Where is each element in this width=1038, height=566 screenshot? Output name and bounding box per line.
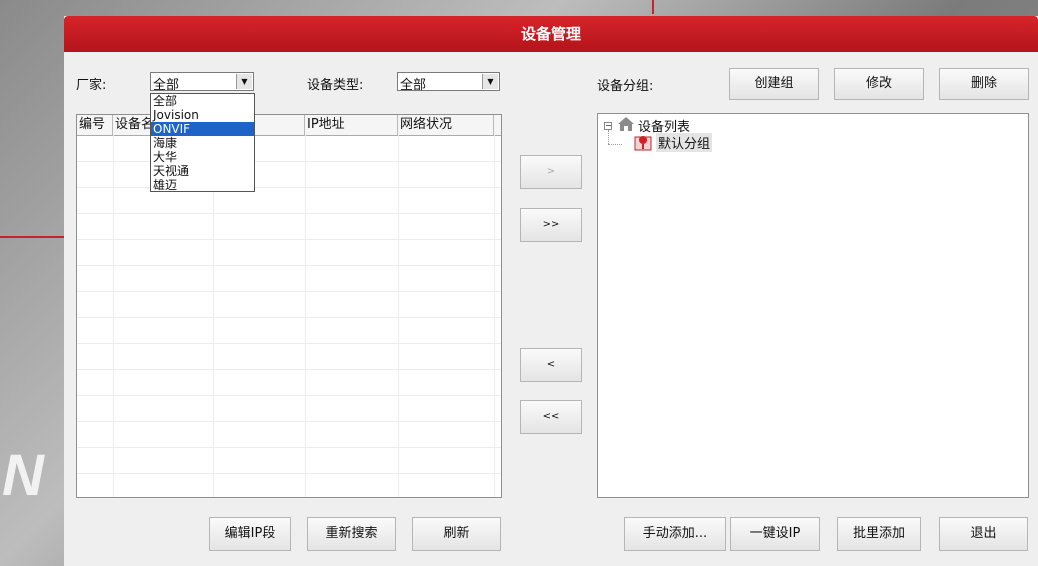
device-type-select-value: 全部 [400, 78, 427, 93]
device-table[interactable]: 编号 设备名 IP地址 网络状况 [76, 114, 502, 498]
remove-one-button[interactable]: < [520, 348, 582, 382]
dialog-title: 设备管理 [64, 16, 1038, 52]
table-gridline [77, 291, 501, 292]
create-group-button[interactable]: 创建组 [729, 68, 819, 100]
refresh-button[interactable]: 刷新 [412, 517, 501, 551]
column-header-ip[interactable]: IP地址 [305, 115, 398, 135]
chevron-down-icon[interactable]: ▼ [482, 74, 498, 89]
table-gridline [305, 135, 306, 497]
table-gridline [77, 239, 501, 240]
column-header-id[interactable]: 编号 [77, 115, 113, 135]
device-management-dialog: 设备管理 厂家: 全部 ▼ 设备类型: 全部 ▼ 编号 设备名 IP地址 网络状… [64, 16, 1038, 566]
tree-connector [608, 130, 610, 144]
group-pin-icon [634, 133, 652, 154]
device-group-label: 设备分组: [597, 79, 654, 94]
table-gridline [77, 213, 501, 214]
column-header-network[interactable]: 网络状况 [398, 115, 494, 135]
table-gridline [77, 395, 501, 396]
tree-node-default-group[interactable]: 默认分组 [656, 133, 713, 152]
background-stripe [0, 236, 64, 238]
one-key-set-ip-button[interactable]: 一键设IP [730, 517, 820, 551]
table-gridline [77, 187, 501, 188]
vendor-option[interactable]: 海康 [151, 136, 254, 150]
table-gridline [77, 161, 501, 162]
vendor-option[interactable]: Jovision [151, 108, 254, 122]
vendor-dropdown-list[interactable]: 全部 Jovision ONVIF 海康 大华 天视通 雄迈 [150, 93, 255, 192]
chevron-down-icon[interactable]: ▼ [236, 74, 252, 89]
background-stripe [652, 0, 654, 14]
add-all-button[interactable]: >> [520, 208, 582, 242]
add-one-button[interactable]: > [520, 155, 582, 189]
vendor-option[interactable]: 天视通 [151, 164, 254, 178]
home-icon [617, 116, 635, 135]
table-gridline [77, 317, 501, 318]
vendor-option[interactable]: 雄迈 [151, 178, 254, 192]
table-gridline [77, 343, 501, 344]
edit-group-button[interactable]: 修改 [834, 68, 924, 100]
table-gridline [77, 369, 501, 370]
collapse-icon[interactable]: − [604, 122, 612, 130]
table-header: 编号 设备名 IP地址 网络状况 [77, 115, 501, 136]
edit-ip-range-button[interactable]: 编辑IP段 [209, 517, 291, 551]
table-gridline [77, 447, 501, 448]
table-gridline [398, 135, 399, 497]
delete-group-button[interactable]: 删除 [939, 68, 1029, 100]
vendor-option[interactable]: 全部 [151, 94, 254, 108]
table-gridline [77, 473, 501, 474]
device-group-tree[interactable]: − 设备列表 默认分组 [597, 113, 1029, 498]
device-type-select[interactable]: 全部 ▼ [397, 72, 500, 93]
table-gridline [77, 265, 501, 266]
vendor-option[interactable]: 大华 [151, 150, 254, 164]
manual-add-button[interactable]: 手动添加... [624, 517, 726, 551]
batch-add-button[interactable]: 批里添加 [837, 517, 921, 551]
tree-connector [608, 144, 622, 146]
vendor-option[interactable]: ONVIF [151, 122, 254, 136]
table-gridline [494, 135, 495, 497]
vendor-label: 厂家: [76, 78, 107, 93]
remove-all-button[interactable]: << [520, 400, 582, 434]
vendor-select-value: 全部 [153, 78, 180, 93]
exit-button[interactable]: 退出 [939, 517, 1028, 551]
re-search-button[interactable]: 重新搜索 [307, 517, 396, 551]
table-gridline [113, 135, 114, 497]
device-type-label: 设备类型: [307, 78, 364, 93]
table-gridline [77, 421, 501, 422]
vendor-select[interactable]: 全部 ▼ [150, 72, 254, 93]
background-logo: N [2, 443, 44, 508]
